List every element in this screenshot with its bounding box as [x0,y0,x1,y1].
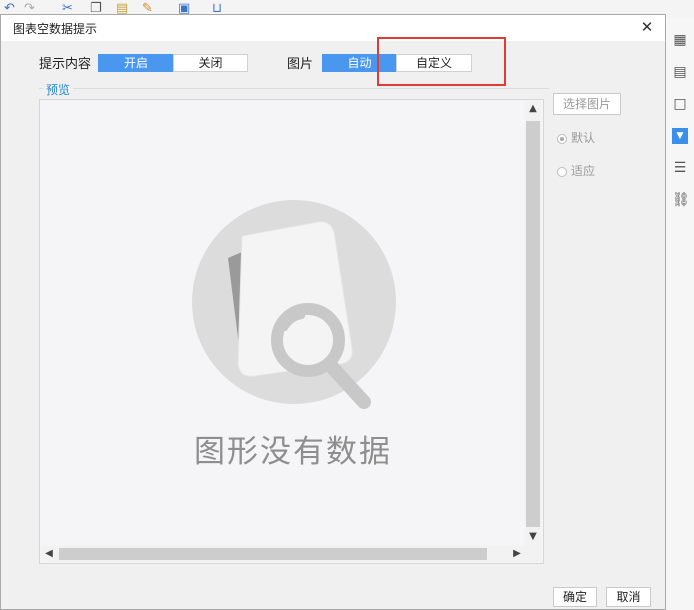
cancel-button[interactable]: 取消 [606,587,651,607]
radio-default-label: 默认 [571,131,596,145]
radio-fit[interactable]: 适应 [557,162,595,179]
scroll-right-icon[interactable]: ▶ [509,546,525,562]
chart-attributes-icon[interactable]: ▼ [672,128,688,144]
preview-group-border [39,88,549,89]
radio-default[interactable]: 默认 [557,129,595,146]
scroll-left-icon[interactable]: ◀ [41,546,57,562]
preview-group-label: 预览 [43,81,74,98]
hyperlink-icon[interactable]: ⛓ [672,192,690,208]
close-icon[interactable]: ✕ [639,19,655,35]
select-image-button[interactable]: 选择图片 [553,93,621,115]
no-data-text: 图形没有数据 [194,434,392,470]
no-data-illustration [192,200,396,409]
image-setting-label: 图片 [287,57,314,72]
scroll-corner [525,546,541,562]
empty-data-prompt-dialog: 图表空数据提示 ✕ 提示内容 开启 关闭 图片 自动 自定义 预览 图形没有数据… [0,14,666,610]
scroll-up-icon[interactable]: ▲ [525,101,541,117]
dialog-title-bar[interactable]: 图表空数据提示 ✕ [1,15,665,41]
right-side-panel: ▦ ▤ □ ▼ ☰ ⛓ [664,18,694,610]
condition-attributes-icon[interactable]: ☰ [672,160,688,176]
prompt-content-off-option[interactable]: 关闭 [173,54,248,72]
dialog-title: 图表空数据提示 [13,22,98,36]
preview-horizontal-scrollbar[interactable]: ◀ ▶ [41,546,525,562]
highlight-box [377,37,506,86]
vertical-scroll-thumb[interactable] [526,121,540,527]
preview-vertical-scrollbar[interactable]: ▲ ▼ [525,101,541,546]
frame-icon[interactable]: □ [672,96,688,112]
horizontal-scroll-thumb[interactable] [59,548,487,560]
cell-attributes-icon[interactable]: ▦ [672,32,688,48]
radio-fit-label: 适应 [571,164,596,178]
widget-attributes-icon[interactable]: ▤ [672,64,688,80]
preview-area [39,99,544,564]
ok-button[interactable]: 确定 [553,587,597,607]
radio-fit-indicator[interactable] [557,167,567,177]
scroll-down-icon[interactable]: ▼ [525,529,541,545]
prompt-content-label: 提示内容 [39,57,92,72]
prompt-content-on-option[interactable]: 开启 [98,54,174,72]
radio-default-indicator[interactable] [557,134,567,144]
